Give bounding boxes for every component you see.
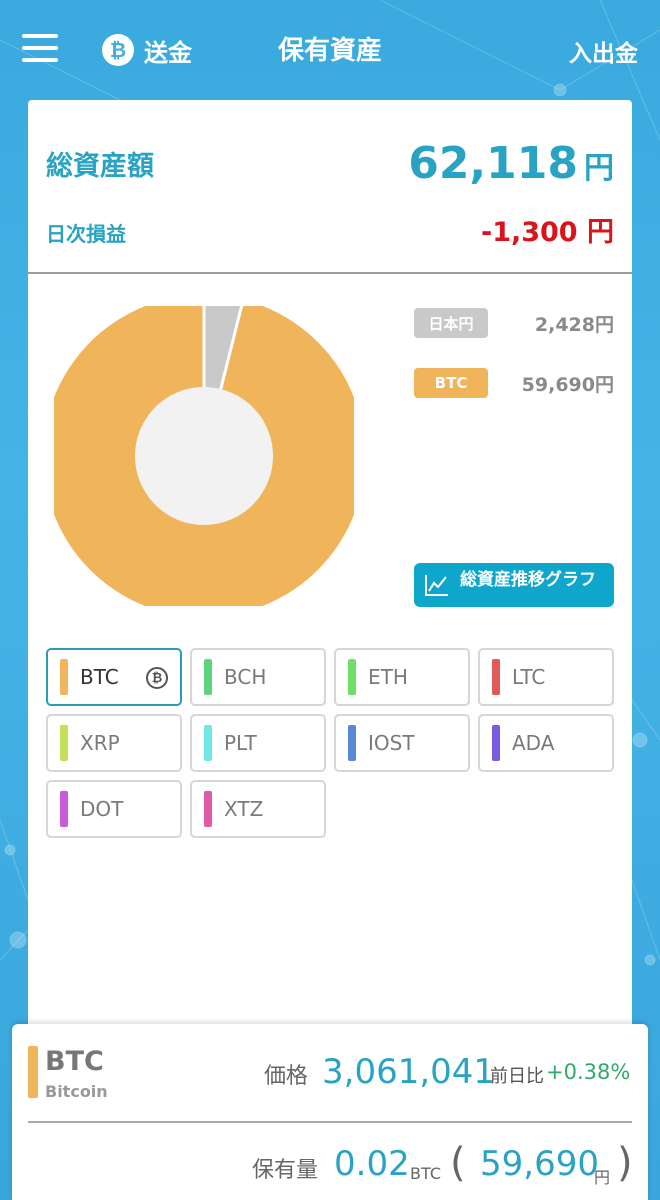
asset-trend-graph-label: 総資産推移グラフ [460,570,596,590]
coin-detail-sheet: BTC Bitcoin 価格 3,061,041 前日比 +0.38% 保有量 … [12,1024,648,1200]
coin-button-ltc[interactable]: LTC [478,648,614,706]
coin-color-bar [60,791,68,827]
total-assets-value: 62,118 円 [408,138,614,189]
coin-button-ada[interactable]: ADA [478,714,614,772]
coin-color-bar [28,1046,38,1098]
legend-amount-jpy: 2,428円 [534,313,614,336]
price-value: 3,061,041 [322,1052,496,1092]
coin-label: PLT [224,731,257,755]
coin-label: XRP [80,731,120,755]
coin-button-dot[interactable]: DOT [46,780,182,838]
coin-button-bch[interactable]: BCH [190,648,326,706]
coin-label: IOST [368,731,415,755]
line-chart-icon [425,575,448,596]
bitcoin-icon: ₿ [146,667,168,689]
coin-color-bar [204,725,212,761]
donut-slice-0 [202,306,242,390]
holding-unit: BTC [410,1164,441,1183]
assets-card: 総資産額 62,118 円 日次損益 -1,300 円 日本円 2,428円 BT… [28,100,632,1100]
total-assets-number: 62,118 [408,138,578,189]
app-header: ₿ 送金 保有資産 入出金 [0,0,660,100]
coin-button-eth[interactable]: ETH [334,648,470,706]
legend-badge-btc: BTC [414,368,488,398]
sheet-divider [28,1121,632,1123]
coin-label: XTZ [224,797,264,821]
holding-label: 保有量 [252,1158,319,1183]
coin-color-bar [348,725,356,761]
daily-pnl-label: 日次損益 [46,222,126,246]
coin-button-plt[interactable]: PLT [190,714,326,772]
total-assets-unit: 円 [584,151,614,186]
coin-label: DOT [80,797,124,821]
coin-button-xtz[interactable]: XTZ [190,780,326,838]
coin-color-bar [60,659,68,695]
coin-label: ETH [368,665,408,689]
coin-button-btc[interactable]: BTC ₿ [46,648,182,706]
paren-close: ) [617,1140,633,1186]
coin-label: LTC [512,665,546,689]
page-title: 保有資産 [277,36,382,66]
legend-item-btc: BTC 59,690円 [414,368,614,398]
coin-symbol: BTC [45,1046,104,1077]
coin-label: BTC [80,665,119,689]
holding-jpy-value: 59,690 [480,1144,599,1184]
change-label: 前日比 [490,1066,544,1087]
coin-color-bar [492,659,500,695]
allocation-donut-chart [54,306,354,606]
deposit-withdraw-button[interactable]: 入出金 [569,34,638,68]
asset-trend-graph-button[interactable]: 総資産推移グラフ [414,563,614,607]
coin-button-xrp[interactable]: XRP [46,714,182,772]
holding-quantity: 0.02 [334,1144,410,1184]
coin-label: BCH [224,665,267,689]
coin-name: Bitcoin [45,1082,108,1101]
coin-color-bar [348,659,356,695]
daily-pnl-value: -1,300 円 [480,217,614,248]
paren-open: ( [450,1140,466,1186]
holding-jpy-unit: 円 [594,1168,611,1187]
coin-color-bar [204,791,212,827]
coin-color-bar [60,725,68,761]
divider [28,272,632,274]
price-label: 価格 [264,1064,309,1089]
legend-badge-jpy: 日本円 [414,308,488,338]
coin-color-bar [204,659,212,695]
total-assets-label: 総資産額 [46,151,154,182]
change-value: +0.38% [546,1060,631,1084]
coin-button-iost[interactable]: IOST [334,714,470,772]
coin-label: ADA [512,731,555,755]
legend-item-jpy: 日本円 2,428円 [414,308,614,338]
legend-amount-btc: 59,690円 [521,373,614,396]
coin-color-bar [492,725,500,761]
